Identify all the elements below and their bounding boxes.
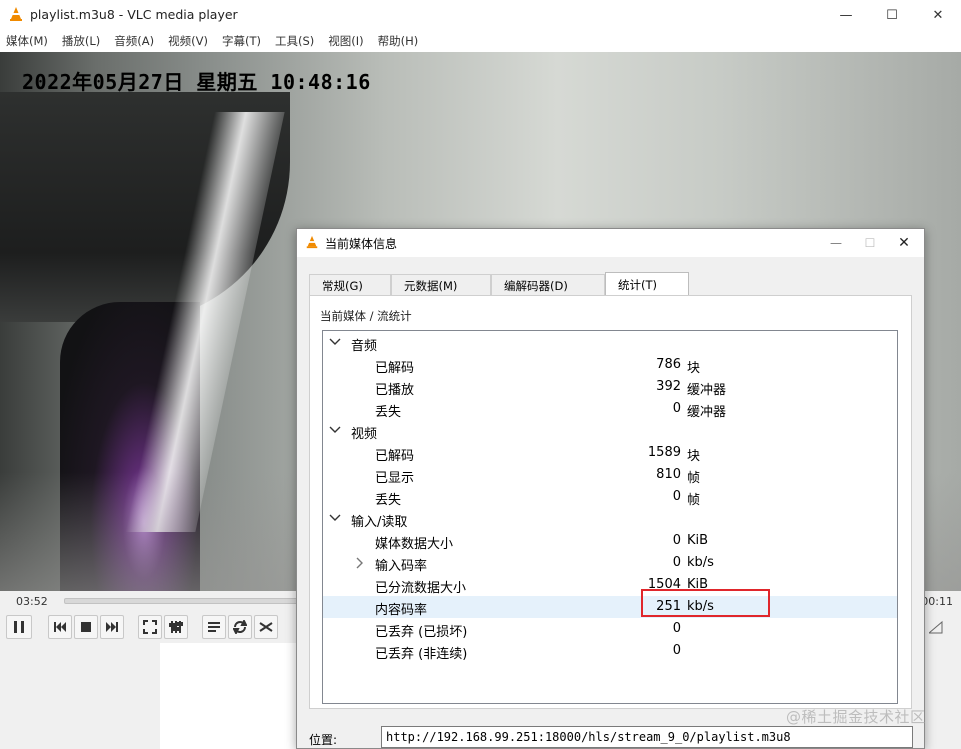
window-title: playlist.m3u8 - VLC media player xyxy=(30,7,238,22)
tab-codec[interactable]: 编解码器(D) xyxy=(491,274,605,296)
shuffle-button[interactable] xyxy=(254,615,278,639)
tree-row[interactable]: 已分流数据大小 1504 KiB xyxy=(323,574,897,596)
menu-view[interactable]: 视图(I) xyxy=(328,33,363,49)
previous-icon xyxy=(54,622,66,632)
fullscreen-icon xyxy=(143,620,157,634)
watermark: @稀土掘金技术社区 xyxy=(786,708,926,726)
stop-button[interactable] xyxy=(74,615,98,639)
tree-row[interactable]: 丢失 0 帧 xyxy=(323,486,897,508)
location-label: 位置: xyxy=(309,733,338,747)
dialog-title: 当前媒体信息 xyxy=(325,237,398,251)
tree-row[interactable]: 已解码 1589 块 xyxy=(323,442,897,464)
tree-row[interactable]: 已丢弃 (非连续) 0 xyxy=(323,640,897,662)
vlc-cone-icon xyxy=(305,235,319,252)
video-timestamp-osd: 2022年05月27日 星期五 10:48:16 xyxy=(22,70,371,94)
tree-row[interactable]: 已播放 392 缓冲器 xyxy=(323,376,897,398)
stop-icon xyxy=(81,622,91,632)
close-button[interactable]: ✕ xyxy=(915,0,961,30)
menu-help[interactable]: 帮助(H) xyxy=(378,33,419,49)
statistics-panel: 当前媒体 / 流统计 音频 已解码 786 块 已播放 392 缓冲器 丢失 0… xyxy=(309,295,912,709)
dialog-tabs: 常规(G) 元数据(M) 编解码器(D) 统计(T) xyxy=(309,272,689,296)
tree-section-input[interactable]: 输入/读取 xyxy=(323,508,897,530)
volume-icon xyxy=(929,620,943,634)
tree-section-video[interactable]: 视频 xyxy=(323,420,897,442)
breadcrumb: 当前媒体 / 流统计 xyxy=(320,309,412,323)
vlc-cone-icon xyxy=(8,6,24,25)
menu-video[interactable]: 视频(V) xyxy=(168,33,208,49)
statistics-tree[interactable]: 音频 已解码 786 块 已播放 392 缓冲器 丢失 0 缓冲器 视频 已解码… xyxy=(322,330,898,704)
menu-tools[interactable]: 工具(S) xyxy=(275,33,314,49)
dialog-minimize-button[interactable]: — xyxy=(818,229,854,257)
dialog-maximize-button[interactable]: ☐ xyxy=(852,229,888,257)
menu-audio[interactable]: 音频(A) xyxy=(114,33,154,49)
tree-row[interactable]: 媒体数据大小 0 KiB xyxy=(323,530,897,552)
playlist-icon xyxy=(208,622,220,632)
previous-button[interactable] xyxy=(48,615,72,639)
tree-row[interactable]: 丢失 0 缓冲器 xyxy=(323,398,897,420)
menu-playback[interactable]: 播放(L) xyxy=(62,33,100,49)
equalizer-icon xyxy=(169,621,183,633)
menu-bar: 媒体(M) 播放(L) 音频(A) 视频(V) 字幕(T) 工具(S) 视图(I… xyxy=(0,30,961,52)
media-info-dialog: 当前媒体信息 — ☐ ✕ 常规(G) 元数据(M) 编解码器(D) 统计(T) … xyxy=(296,228,925,749)
menu-subtitle[interactable]: 字幕(T) xyxy=(222,33,261,49)
bottom-white-panel xyxy=(160,643,300,749)
elapsed-time: 03:52 xyxy=(16,595,48,608)
fullscreen-button[interactable] xyxy=(138,615,162,639)
tree-row[interactable]: 已解码 786 块 xyxy=(323,354,897,376)
next-button[interactable] xyxy=(100,615,124,639)
tab-general[interactable]: 常规(G) xyxy=(309,274,391,296)
main-titlebar: playlist.m3u8 - VLC media player — ☐ ✕ xyxy=(0,0,961,30)
dialog-close-button[interactable]: ✕ xyxy=(886,229,922,257)
shuffle-icon xyxy=(259,622,273,632)
location-field[interactable]: http://192.168.99.251:18000/hls/stream_9… xyxy=(381,726,913,748)
loop-icon xyxy=(233,620,247,634)
extended-settings-button[interactable] xyxy=(164,615,188,639)
loop-button[interactable] xyxy=(228,615,252,639)
chevron-down-icon[interactable] xyxy=(329,425,341,435)
volume-slider[interactable] xyxy=(929,615,943,639)
chevron-down-icon[interactable] xyxy=(329,337,341,347)
chevron-down-icon[interactable] xyxy=(329,513,341,523)
minimize-button[interactable]: — xyxy=(823,0,869,30)
chevron-right-icon[interactable] xyxy=(355,557,365,569)
tab-metadata[interactable]: 元数据(M) xyxy=(391,274,491,296)
pause-button[interactable] xyxy=(6,615,32,639)
tree-row-selected[interactable]: 内容码率 251 kb/s xyxy=(323,596,897,618)
tree-section-audio[interactable]: 音频 xyxy=(323,332,897,354)
maximize-button[interactable]: ☐ xyxy=(869,0,915,30)
tree-row[interactable]: 已显示 810 帧 xyxy=(323,464,897,486)
tree-row[interactable]: 输入码率 0 kb/s xyxy=(323,552,897,574)
remaining-time[interactable]: 00:11 xyxy=(921,595,953,608)
highlight-annotation-box xyxy=(641,589,770,617)
pause-icon xyxy=(14,621,24,633)
menu-media[interactable]: 媒体(M) xyxy=(6,33,48,49)
tab-statistics[interactable]: 统计(T) xyxy=(605,272,689,296)
dialog-titlebar: 当前媒体信息 — ☐ ✕ xyxy=(297,229,924,257)
next-icon xyxy=(106,622,118,632)
playlist-button[interactable] xyxy=(202,615,226,639)
tree-row[interactable]: 已丢弃 (已损坏) 0 xyxy=(323,618,897,640)
